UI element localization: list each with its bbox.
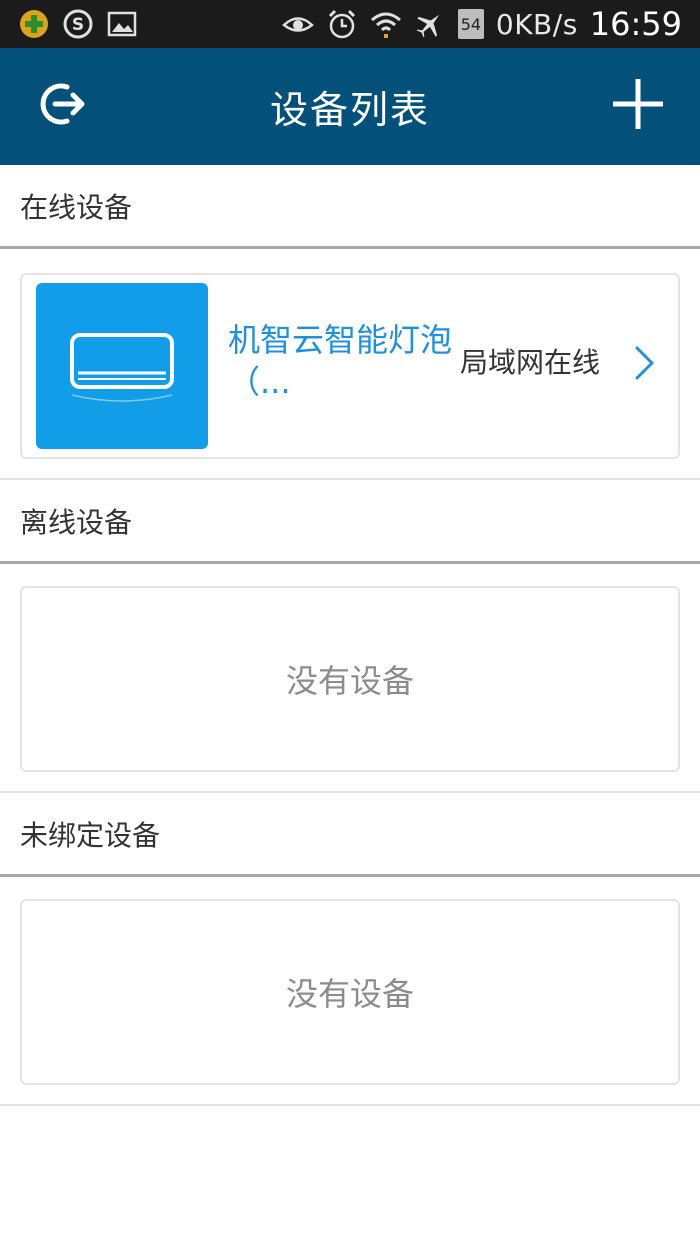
section-title-online: 在线设备 (20, 190, 133, 224)
plus-icon (612, 78, 664, 133)
section-title-offline: 离线设备 (20, 505, 133, 539)
section-header-unbound: 未绑定设备 (0, 793, 700, 877)
wifi-icon (370, 8, 402, 40)
status-left: S (18, 6, 138, 42)
image-icon (106, 8, 138, 40)
device-status: 局域网在线 (460, 346, 601, 379)
status-right: 54 0KB/s 16:59 (281, 5, 682, 43)
device-name: 机智云智能灯泡（... (228, 321, 453, 401)
empty-card-unbound: 没有设备 (20, 899, 680, 1085)
eye-icon (281, 8, 314, 40)
divider (0, 1104, 700, 1106)
air-conditioner-icon (36, 333, 208, 449)
alarm-icon (326, 8, 358, 40)
status-bar: S 54 0KB/s 16:59 (0, 0, 700, 48)
empty-card-offline: 没有设备 (20, 586, 680, 772)
page-title: 设备列表 (269, 88, 430, 132)
svg-text:S: S (72, 15, 84, 35)
device-card[interactable]: 机智云智能灯泡（... 局域网在线 (20, 273, 680, 459)
net-speed: 0KB/s (495, 7, 578, 41)
device-list: 在线设备 机智云智能灯泡（... 局域网在线 离线设备 没有设备 未绑定设备 没… (0, 165, 700, 1244)
notification-badge: 54 (457, 9, 484, 39)
section-header-online: 在线设备 (0, 165, 700, 249)
empty-text-offline: 没有设备 (285, 662, 414, 700)
add-device-button[interactable] (602, 70, 674, 142)
device-thumbnail (36, 283, 208, 449)
app-bar: 设备列表 (0, 48, 700, 165)
clock: 16:59 (589, 5, 682, 43)
empty-text-unbound: 没有设备 (285, 975, 414, 1013)
puzzle-icon (18, 8, 50, 40)
section-title-unbound: 未绑定设备 (20, 818, 161, 852)
chevron-right-icon (634, 345, 656, 381)
s-circle-icon: S (62, 8, 94, 40)
airplane-icon (414, 8, 446, 40)
section-header-offline: 离线设备 (0, 480, 700, 564)
